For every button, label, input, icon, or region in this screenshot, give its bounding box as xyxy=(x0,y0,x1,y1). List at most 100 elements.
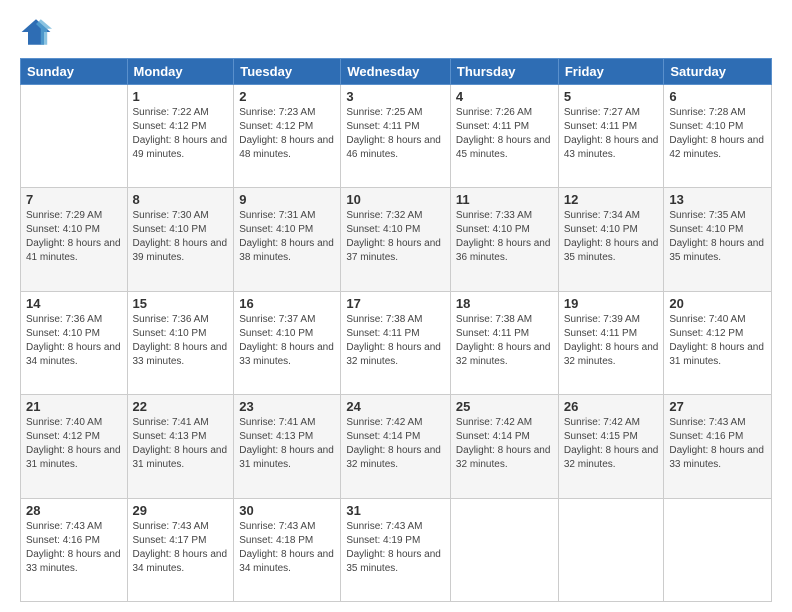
cell-day-number: 21 xyxy=(26,399,122,414)
cell-day-number: 13 xyxy=(669,192,766,207)
calendar-cell: 19 Sunrise: 7:39 AMSunset: 4:11 PMDayligh… xyxy=(558,291,664,394)
cell-info: Sunrise: 7:26 AMSunset: 4:11 PMDaylight:… xyxy=(456,106,553,162)
cell-info: Sunrise: 7:35 AMSunset: 4:10 PMDaylight:… xyxy=(669,209,766,265)
calendar-cell: 24 Sunrise: 7:42 AMSunset: 4:14 PMDayligh… xyxy=(341,395,451,498)
cell-info: Sunrise: 7:28 AMSunset: 4:10 PMDaylight:… xyxy=(669,106,766,162)
calendar-header-row: SundayMondayTuesdayWednesdayThursdayFrid… xyxy=(21,59,772,85)
cell-info: Sunrise: 7:41 AMSunset: 4:13 PMDaylight:… xyxy=(239,416,335,472)
cell-day-number: 3 xyxy=(346,89,445,104)
cell-day-number: 20 xyxy=(669,296,766,311)
cell-day-number: 30 xyxy=(239,503,335,518)
weekday-header: Saturday xyxy=(664,59,772,85)
cell-info: Sunrise: 7:42 AMSunset: 4:15 PMDaylight:… xyxy=(564,416,659,472)
weekday-header: Tuesday xyxy=(234,59,341,85)
cell-day-number: 19 xyxy=(564,296,659,311)
weekday-header: Monday xyxy=(127,59,234,85)
calendar-week-row: 7 Sunrise: 7:29 AMSunset: 4:10 PMDaylight… xyxy=(21,188,772,291)
calendar-cell: 4 Sunrise: 7:26 AMSunset: 4:11 PMDaylight… xyxy=(450,85,558,188)
calendar-cell: 25 Sunrise: 7:42 AMSunset: 4:14 PMDayligh… xyxy=(450,395,558,498)
calendar-cell xyxy=(450,498,558,601)
cell-day-number: 27 xyxy=(669,399,766,414)
cell-info: Sunrise: 7:27 AMSunset: 4:11 PMDaylight:… xyxy=(564,106,659,162)
logo xyxy=(20,16,56,48)
calendar-cell: 8 Sunrise: 7:30 AMSunset: 4:10 PMDaylight… xyxy=(127,188,234,291)
cell-info: Sunrise: 7:32 AMSunset: 4:10 PMDaylight:… xyxy=(346,209,445,265)
calendar-cell: 14 Sunrise: 7:36 AMSunset: 4:10 PMDayligh… xyxy=(21,291,128,394)
calendar-cell: 27 Sunrise: 7:43 AMSunset: 4:16 PMDayligh… xyxy=(664,395,772,498)
weekday-header: Wednesday xyxy=(341,59,451,85)
cell-info: Sunrise: 7:42 AMSunset: 4:14 PMDaylight:… xyxy=(346,416,445,472)
calendar-cell: 12 Sunrise: 7:34 AMSunset: 4:10 PMDayligh… xyxy=(558,188,664,291)
cell-day-number: 11 xyxy=(456,192,553,207)
cell-info: Sunrise: 7:30 AMSunset: 4:10 PMDaylight:… xyxy=(133,209,229,265)
calendar-week-row: 28 Sunrise: 7:43 AMSunset: 4:16 PMDayligh… xyxy=(21,498,772,601)
cell-info: Sunrise: 7:34 AMSunset: 4:10 PMDaylight:… xyxy=(564,209,659,265)
cell-info: Sunrise: 7:29 AMSunset: 4:10 PMDaylight:… xyxy=(26,209,122,265)
cell-day-number: 31 xyxy=(346,503,445,518)
cell-info: Sunrise: 7:31 AMSunset: 4:10 PMDaylight:… xyxy=(239,209,335,265)
calendar-cell: 30 Sunrise: 7:43 AMSunset: 4:18 PMDayligh… xyxy=(234,498,341,601)
cell-day-number: 23 xyxy=(239,399,335,414)
cell-day-number: 28 xyxy=(26,503,122,518)
header xyxy=(20,16,772,48)
cell-day-number: 1 xyxy=(133,89,229,104)
cell-day-number: 5 xyxy=(564,89,659,104)
cell-info: Sunrise: 7:38 AMSunset: 4:11 PMDaylight:… xyxy=(346,313,445,369)
calendar-cell: 26 Sunrise: 7:42 AMSunset: 4:15 PMDayligh… xyxy=(558,395,664,498)
cell-day-number: 2 xyxy=(239,89,335,104)
cell-info: Sunrise: 7:43 AMSunset: 4:18 PMDaylight:… xyxy=(239,520,335,576)
cell-info: Sunrise: 7:33 AMSunset: 4:10 PMDaylight:… xyxy=(456,209,553,265)
cell-info: Sunrise: 7:22 AMSunset: 4:12 PMDaylight:… xyxy=(133,106,229,162)
cell-day-number: 17 xyxy=(346,296,445,311)
calendar-cell: 31 Sunrise: 7:43 AMSunset: 4:19 PMDayligh… xyxy=(341,498,451,601)
cell-day-number: 14 xyxy=(26,296,122,311)
cell-info: Sunrise: 7:43 AMSunset: 4:16 PMDaylight:… xyxy=(26,520,122,576)
cell-info: Sunrise: 7:43 AMSunset: 4:16 PMDaylight:… xyxy=(669,416,766,472)
calendar-cell: 13 Sunrise: 7:35 AMSunset: 4:10 PMDayligh… xyxy=(664,188,772,291)
calendar-cell: 9 Sunrise: 7:31 AMSunset: 4:10 PMDaylight… xyxy=(234,188,341,291)
cell-day-number: 9 xyxy=(239,192,335,207)
cell-info: Sunrise: 7:41 AMSunset: 4:13 PMDaylight:… xyxy=(133,416,229,472)
cell-day-number: 25 xyxy=(456,399,553,414)
cell-info: Sunrise: 7:42 AMSunset: 4:14 PMDaylight:… xyxy=(456,416,553,472)
cell-day-number: 24 xyxy=(346,399,445,414)
cell-day-number: 26 xyxy=(564,399,659,414)
calendar-cell xyxy=(21,85,128,188)
logo-icon xyxy=(20,16,52,48)
calendar-cell: 10Sunrise: 7:32 AMSunset: 4:10 PMDayligh… xyxy=(341,188,451,291)
cell-info: Sunrise: 7:36 AMSunset: 4:10 PMDaylight:… xyxy=(133,313,229,369)
cell-day-number: 29 xyxy=(133,503,229,518)
cell-info: Sunrise: 7:23 AMSunset: 4:12 PMDaylight:… xyxy=(239,106,335,162)
weekday-header: Thursday xyxy=(450,59,558,85)
calendar-cell: 22Sunrise: 7:41 AMSunset: 4:13 PMDayligh… xyxy=(127,395,234,498)
calendar-cell: 17 Sunrise: 7:38 AMSunset: 4:11 PMDayligh… xyxy=(341,291,451,394)
page: SundayMondayTuesdayWednesdayThursdayFrid… xyxy=(0,0,792,612)
cell-day-number: 16 xyxy=(239,296,335,311)
cell-info: Sunrise: 7:37 AMSunset: 4:10 PMDaylight:… xyxy=(239,313,335,369)
cell-day-number: 12 xyxy=(564,192,659,207)
calendar-cell: 18 Sunrise: 7:38 AMSunset: 4:11 PMDayligh… xyxy=(450,291,558,394)
calendar-cell: 3 Sunrise: 7:25 AMSunset: 4:11 PMDaylight… xyxy=(341,85,451,188)
cell-info: Sunrise: 7:40 AMSunset: 4:12 PMDaylight:… xyxy=(669,313,766,369)
cell-day-number: 7 xyxy=(26,192,122,207)
calendar-cell: 21Sunrise: 7:40 AMSunset: 4:12 PMDayligh… xyxy=(21,395,128,498)
cell-info: Sunrise: 7:38 AMSunset: 4:11 PMDaylight:… xyxy=(456,313,553,369)
weekday-header: Friday xyxy=(558,59,664,85)
calendar-cell: 2 Sunrise: 7:23 AMSunset: 4:12 PMDaylight… xyxy=(234,85,341,188)
calendar-cell: 16 Sunrise: 7:37 AMSunset: 4:10 PMDayligh… xyxy=(234,291,341,394)
cell-day-number: 18 xyxy=(456,296,553,311)
cell-info: Sunrise: 7:39 AMSunset: 4:11 PMDaylight:… xyxy=(564,313,659,369)
cell-day-number: 8 xyxy=(133,192,229,207)
cell-day-number: 4 xyxy=(456,89,553,104)
cell-day-number: 15 xyxy=(133,296,229,311)
weekday-header: Sunday xyxy=(21,59,128,85)
cell-info: Sunrise: 7:43 AMSunset: 4:19 PMDaylight:… xyxy=(346,520,445,576)
cell-day-number: 6 xyxy=(669,89,766,104)
cell-info: Sunrise: 7:36 AMSunset: 4:10 PMDaylight:… xyxy=(26,313,122,369)
cell-info: Sunrise: 7:25 AMSunset: 4:11 PMDaylight:… xyxy=(346,106,445,162)
calendar-cell xyxy=(664,498,772,601)
calendar-cell: 15 Sunrise: 7:36 AMSunset: 4:10 PMDayligh… xyxy=(127,291,234,394)
calendar-table: SundayMondayTuesdayWednesdayThursdayFrid… xyxy=(20,58,772,602)
calendar-cell: 23 Sunrise: 7:41 AMSunset: 4:13 PMDayligh… xyxy=(234,395,341,498)
calendar-cell: 6 Sunrise: 7:28 AMSunset: 4:10 PMDaylight… xyxy=(664,85,772,188)
